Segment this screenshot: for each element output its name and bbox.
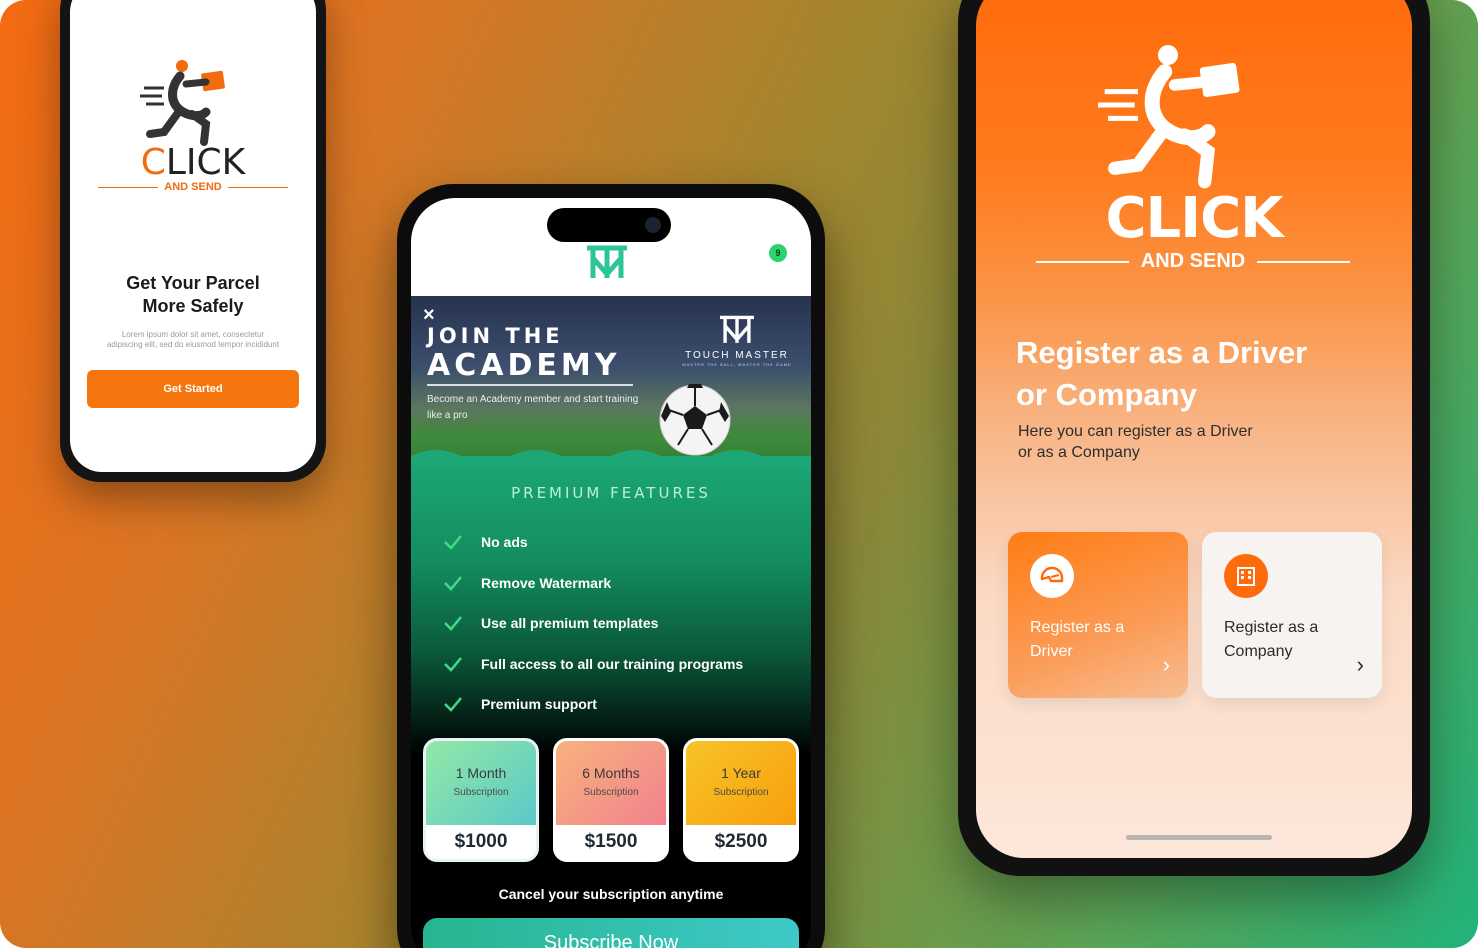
register-description: Here you can register as a Driver or as …	[1018, 423, 1253, 461]
plan-name: 6 Months	[582, 765, 640, 781]
feature-item: Use all premium templates	[443, 603, 743, 644]
courier-logo-icon	[1098, 45, 1240, 189]
plan-price: $2500	[714, 831, 768, 852]
check-icon	[444, 697, 462, 713]
touch-master-brand: TOUCH MASTER MASTER THE BALL, MASTER THE…	[677, 314, 797, 367]
hero-description: Become an Academy member and start train…	[427, 394, 639, 421]
brand-wordmark: CLICK	[1105, 186, 1283, 251]
hero-title-line2: ACADEMY	[427, 348, 621, 383]
plan-name: 1 Year	[721, 765, 761, 781]
welcome-title: Get Your Parcel More Safely	[126, 273, 260, 316]
brand-subtitle: AND SEND	[1036, 250, 1351, 273]
hero-title-line1: JOIN THE	[427, 324, 564, 348]
feature-label: Use all premium templates	[481, 615, 659, 632]
helmet-icon	[1030, 554, 1074, 598]
showcase-background: CLICK AND SEND Get Your Parcel More Safe…	[0, 0, 1478, 948]
check-icon	[444, 535, 462, 551]
welcome-description: Lorem ipsum dolor sit amet, consectetur …	[106, 330, 280, 349]
feature-label: Premium support	[481, 696, 597, 713]
card-label: Register as a Company	[1224, 619, 1319, 660]
feature-label: Full access to all our training programs	[481, 655, 744, 672]
feature-item: Premium support	[443, 684, 743, 725]
plan-type: Subscription	[583, 787, 639, 798]
dynamic-island	[547, 208, 671, 242]
feature-item: Full access to all our training programs	[443, 644, 743, 685]
brand-name: TOUCH MASTER	[685, 350, 789, 361]
register-company-card[interactable]: Register as a Company ›	[1202, 532, 1382, 698]
cancel-note: Cancel your subscription anytime	[498, 886, 724, 902]
chevron-right-icon: ›	[1162, 652, 1170, 677]
check-icon	[444, 656, 462, 672]
brand-subtitle: AND SEND	[98, 180, 289, 194]
plan-card-6-months[interactable]: 6 Months Subscription $1500	[553, 738, 669, 862]
home-indicator	[1126, 835, 1272, 840]
feature-label: No ads	[481, 534, 528, 551]
phone-click-and-send-welcome: CLICK AND SEND Get Your Parcel More Safe…	[60, 0, 326, 482]
subscription-screen: 9 × JOIN THE ACADEMY TOUCH MASTER MASTER…	[411, 198, 811, 948]
feature-item: No ads	[443, 522, 743, 563]
register-title: Register as a Driver or Company	[1016, 335, 1308, 412]
plan-card-1-month[interactable]: 1 Month Subscription $1000	[423, 738, 539, 862]
hero-divider	[427, 384, 633, 386]
brand-tagline: MASTER THE BALL, MASTER THE GAME	[682, 362, 792, 367]
check-icon	[444, 616, 462, 632]
building-icon	[1224, 554, 1268, 598]
register-screen: CLICK AND SEND Register as a Driver or C…	[976, 0, 1412, 858]
subscribe-button[interactable]: Subscribe Now	[423, 918, 799, 948]
plan-options: 1 Month Subscription $1000 6 Months Subs…	[423, 738, 799, 862]
brand-wordmark: CLICK	[140, 142, 246, 183]
plan-type: Subscription	[713, 787, 769, 798]
courier-logo-icon	[140, 60, 225, 146]
plan-name: 1 Month	[455, 765, 507, 781]
touch-master-logo-icon	[587, 245, 627, 278]
notification-badge[interactable]: 9	[769, 244, 787, 262]
phone-click-and-send-register: CLICK AND SEND Register as a Driver or C…	[958, 0, 1430, 876]
register-driver-card[interactable]: Register as a Driver ›	[1008, 532, 1188, 698]
phone-touch-master-subscription: 9 × JOIN THE ACADEMY TOUCH MASTER MASTER…	[397, 184, 825, 948]
features-list: No ads Remove Watermark Use all premium …	[443, 522, 743, 725]
feature-label: Remove Watermark	[481, 574, 612, 591]
plan-price: $1000	[454, 831, 508, 852]
get-started-button[interactable]: Get Started	[87, 370, 299, 408]
check-icon	[444, 575, 462, 591]
features-title: PREMIUM FEATURES	[511, 484, 711, 502]
chevron-right-icon: ›	[1356, 652, 1364, 677]
card-label: Register as a Driver	[1030, 619, 1125, 660]
touch-master-mark-icon	[720, 315, 754, 343]
plan-type: Subscription	[453, 787, 509, 798]
feature-item: Remove Watermark	[443, 563, 743, 604]
welcome-screen: CLICK AND SEND Get Your Parcel More Safe…	[70, 0, 316, 472]
plan-card-1-year[interactable]: 1 Year Subscription $2500	[683, 738, 799, 862]
wave-divider	[411, 450, 811, 468]
register-options: Register as a Driver › Register as a Com…	[1008, 532, 1382, 698]
plan-price: $1500	[584, 831, 638, 852]
